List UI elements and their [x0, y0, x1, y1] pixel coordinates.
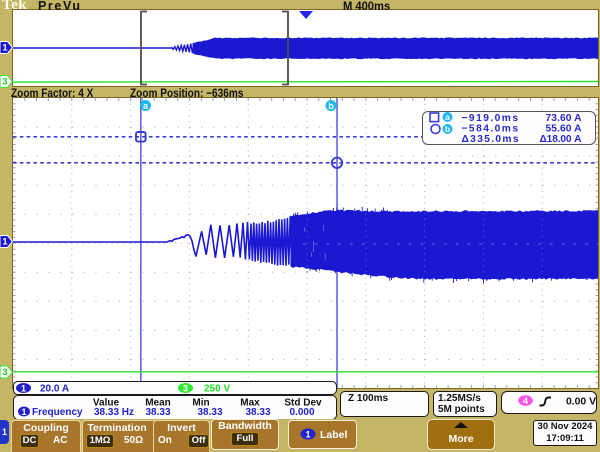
svg-text:3: 3 — [183, 383, 188, 393]
svg-text:38.33: 38.33 — [145, 407, 170, 418]
svg-text:38.33: 38.33 — [245, 407, 270, 418]
svg-text:More: More — [448, 433, 473, 445]
svg-text:0.00 V: 0.00 V — [566, 397, 596, 408]
svg-text:1: 1 — [21, 407, 26, 417]
svg-text:1: 1 — [305, 430, 310, 440]
svg-text:Δ18.00 A: Δ18.00 A — [540, 134, 583, 144]
svg-text:0.000: 0.000 — [289, 407, 314, 418]
svg-text:73.60 A: 73.60 A — [546, 113, 583, 124]
svg-text:1: 1 — [2, 43, 7, 53]
svg-text:b: b — [445, 124, 450, 134]
svg-text:b: b — [328, 101, 334, 111]
svg-text:−584.0ms: −584.0ms — [462, 124, 519, 135]
svg-text:38.33 Hz: 38.33 Hz — [94, 407, 134, 418]
svg-text:250 V: 250 V — [204, 384, 230, 394]
svg-text:3: 3 — [2, 77, 7, 87]
svg-text:Label: Label — [320, 429, 348, 441]
svg-text:−919.0ms: −919.0ms — [462, 113, 519, 124]
svg-text:Δ335.0ms: Δ335.0ms — [462, 134, 519, 144]
svg-text:a: a — [445, 112, 450, 122]
svg-text:1: 1 — [2, 237, 7, 247]
svg-text:3: 3 — [2, 367, 7, 377]
svg-text:Frequency: Frequency — [32, 407, 83, 418]
svg-text:4: 4 — [523, 396, 528, 406]
svg-text:20.0 A: 20.0 A — [40, 384, 69, 394]
svg-text:1: 1 — [21, 383, 26, 393]
svg-text:38.33: 38.33 — [197, 407, 222, 418]
svg-text:55.60 A: 55.60 A — [546, 124, 583, 135]
